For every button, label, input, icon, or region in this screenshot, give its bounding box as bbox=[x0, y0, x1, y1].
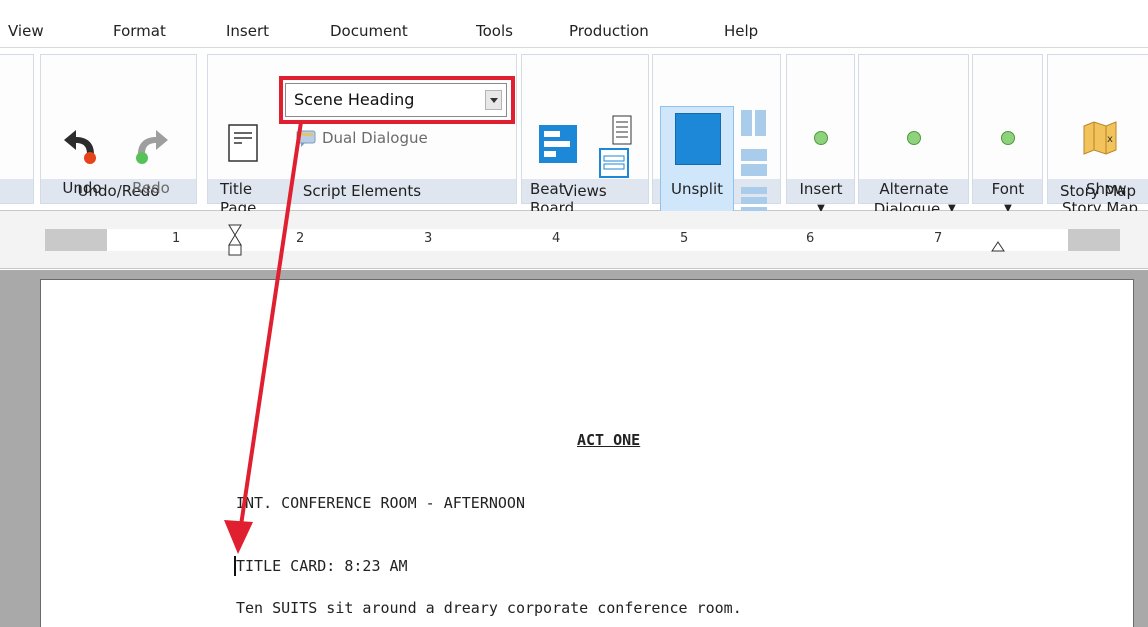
ruler-strip bbox=[45, 229, 1120, 251]
beat-board-label-line1: Beat bbox=[530, 180, 565, 198]
insert-label: Insert bbox=[799, 180, 843, 198]
alternate-dialogue-icon bbox=[907, 131, 921, 145]
undo-button[interactable]: Undo bbox=[52, 120, 112, 200]
dual-dialogue-button[interactable]: Dual Dialogue bbox=[296, 128, 476, 154]
menu-bar: View Format Insert Document Tools Produc… bbox=[0, 0, 1148, 48]
ruler-number: 7 bbox=[934, 231, 943, 246]
show-label-line1: Show bbox=[1086, 180, 1127, 198]
menu-document[interactable]: Document bbox=[330, 22, 408, 40]
story-map-icon: x bbox=[1083, 121, 1117, 155]
action-line[interactable]: Ten SUITS sit around a dreary corporate … bbox=[236, 599, 742, 617]
split-vertical-icon[interactable] bbox=[740, 109, 768, 137]
menu-tools[interactable]: Tools bbox=[476, 22, 513, 40]
font-icon bbox=[1001, 131, 1015, 145]
menu-help[interactable]: Help bbox=[724, 22, 758, 40]
ruler-number: 1 bbox=[172, 231, 181, 246]
font-label: Font bbox=[991, 180, 1025, 198]
ruler-right-margin bbox=[1068, 229, 1120, 251]
unsplit-button[interactable]: Unsplit bbox=[660, 106, 734, 224]
ruler-number: 2 bbox=[296, 231, 305, 246]
title-card-line[interactable]: TITLE CARD: 8:23 AM bbox=[236, 557, 408, 575]
script-page[interactable] bbox=[40, 279, 1134, 627]
menu-format[interactable]: Format bbox=[113, 22, 166, 40]
group-label-partial bbox=[0, 179, 33, 203]
undo-label: Undo bbox=[62, 179, 102, 197]
split-horizontal-icon[interactable] bbox=[740, 148, 768, 178]
document-area[interactable] bbox=[0, 270, 1148, 627]
act-heading[interactable]: ACT ONE bbox=[577, 431, 640, 449]
undo-icon bbox=[64, 130, 96, 164]
ruler-number: 4 bbox=[552, 231, 561, 246]
ruler-number: 3 bbox=[424, 231, 433, 246]
ruler-number: 6 bbox=[806, 231, 815, 246]
dual-dialogue-label: Dual Dialogue bbox=[322, 129, 428, 147]
dual-dialogue-icon bbox=[296, 130, 316, 147]
menu-insert[interactable]: Insert bbox=[226, 22, 269, 40]
svg-text:x: x bbox=[1107, 134, 1113, 145]
scene-heading[interactable]: INT. CONFERENCE ROOM - AFTERNOON bbox=[236, 494, 525, 512]
insert-icon bbox=[814, 131, 828, 145]
annotation-highlight-box bbox=[279, 76, 515, 124]
ruler-left-margin bbox=[45, 229, 107, 251]
ribbon: Undo/Redo Undo Redo Script Elements Titl… bbox=[0, 48, 1148, 230]
title-page-label-line1: Title bbox=[220, 180, 253, 198]
beat-board-icon bbox=[539, 125, 577, 163]
beat-board-button[interactable]: Beat Board bbox=[530, 120, 586, 220]
menu-production[interactable]: Production bbox=[569, 22, 649, 40]
ruler-number: 5 bbox=[680, 231, 689, 246]
left-indent-marker-icon[interactable] bbox=[227, 223, 243, 257]
alternate-label-line1: Alternate bbox=[879, 180, 949, 198]
unsplit-label: Unsplit bbox=[670, 180, 724, 198]
redo-icon bbox=[136, 130, 168, 164]
text-cursor bbox=[234, 556, 236, 576]
unsplit-icon bbox=[675, 113, 721, 165]
page-view-icon[interactable] bbox=[612, 115, 632, 145]
menu-view[interactable]: View bbox=[8, 22, 44, 40]
show-story-map-button[interactable]: x Show Story Map bbox=[1052, 118, 1148, 218]
title-page-button[interactable]: Title Page bbox=[218, 122, 268, 222]
redo-button[interactable]: Redo bbox=[118, 120, 184, 200]
right-indent-marker-icon[interactable] bbox=[990, 241, 1006, 253]
index-cards-icon[interactable] bbox=[599, 148, 629, 178]
ruler: 1 2 3 4 5 6 7 bbox=[0, 211, 1148, 269]
group-clipboard-partial bbox=[0, 54, 34, 204]
title-page-icon bbox=[228, 124, 258, 162]
redo-label: Redo bbox=[132, 179, 170, 197]
